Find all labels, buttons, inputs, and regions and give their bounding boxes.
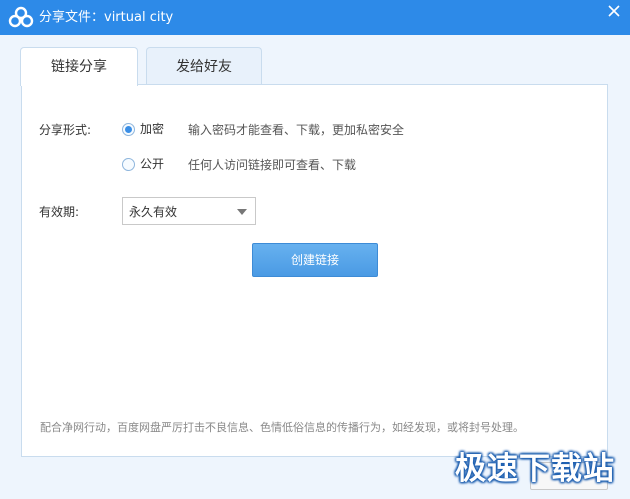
watermark-logo: 极速下载站 [455,451,615,487]
tab-send-to-friend[interactable]: 发给好友 [146,47,262,85]
tab-link-share[interactable]: 链接分享 [20,47,138,86]
close-icon [608,5,620,17]
radio-encrypted[interactable]: 加密 [122,122,164,136]
cloud-logo-icon [8,6,34,28]
validity-label: 有效期: [39,205,80,219]
title-bar: 分享文件：virtual city [0,0,630,35]
radio-button-unchecked[interactable] [122,157,135,171]
validity-select[interactable]: 永久有效 [122,197,256,225]
create-link-button[interactable]: 创建链接 [252,243,378,277]
policy-notice: 配合净网行动，百度网盘严厉打击不良信息、色情低俗信息的传播行为，如经发现，或将封… [40,421,524,434]
radio-public[interactable]: 公开 [122,157,164,171]
validity-selected-value: 永久有效 [129,205,178,219]
radio-encrypted-label: 加密 [140,122,165,136]
share-form-label: 分享形式: [39,123,92,137]
public-hint: 任何人访问链接即可查看、下载 [188,158,357,172]
radio-public-label: 公开 [140,157,165,171]
dropdown-arrow-icon [237,209,247,215]
encrypted-hint: 输入密码才能查看、下载，更加私密安全 [188,123,405,137]
share-panel: 分享形式: 加密 输入密码才能查看、下载，更加私密安全 公开 任何人访问链接即可… [21,84,608,457]
radio-button-checked[interactable] [122,122,135,136]
close-button[interactable] [598,0,630,26]
window-title: 分享文件：virtual city [39,10,174,25]
